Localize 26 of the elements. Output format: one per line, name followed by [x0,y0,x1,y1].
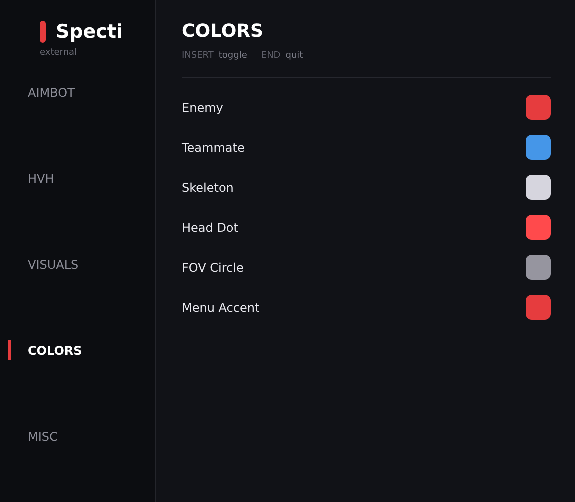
hint-action: quit [286,50,304,63]
color-label: Menu Accent [182,300,260,316]
hint-key: INSERT [182,50,214,64]
color-label: Head Dot [182,220,238,236]
page-title: COLORS [182,20,264,44]
color-label: FOV Circle [182,260,244,276]
brand-subtitle: external [40,46,78,60]
nav-tab[interactable]: MISC [28,428,58,446]
nav-tab[interactable]: VISUALS [28,256,79,274]
color-swatch[interactable] [526,215,551,240]
color-swatch[interactable] [526,255,551,280]
selection-indicator [8,340,11,360]
color-label: Skeleton [182,180,234,196]
brand-name: Specti [56,20,124,45]
nav-tab[interactable]: COLORS [28,342,82,360]
nav-tab[interactable]: AIMBOT [28,84,75,102]
color-swatch[interactable] [526,295,551,320]
hint-action: toggle [218,50,248,63]
color-label: Teammate [182,140,245,156]
logo-bar-icon [40,21,46,44]
nav-tab[interactable]: HVH [28,170,54,188]
color-label: Enemy [182,100,224,116]
color-swatch[interactable] [526,175,551,200]
hint-key: END [261,50,281,64]
color-swatch[interactable] [526,95,551,120]
color-swatch[interactable] [526,135,551,160]
